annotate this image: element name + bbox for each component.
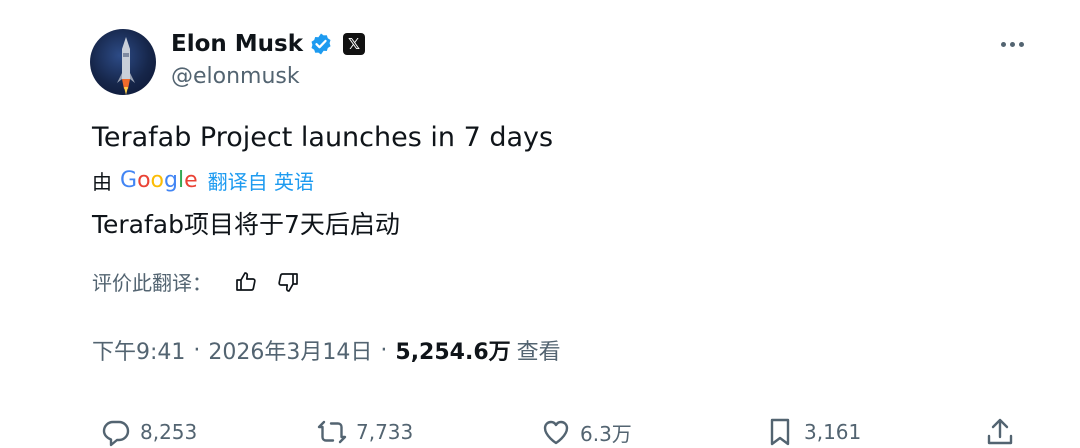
more-dot — [1009, 41, 1015, 47]
tweet-meta: 下午9:41 · 2026年3月14日 · 5,254.6万 查看 — [92, 334, 561, 366]
x-affiliation-badge-icon[interactable]: 𝕏 — [343, 33, 366, 55]
share-button[interactable] — [984, 416, 1016, 448]
more-dot — [1000, 41, 1006, 47]
tweet-time[interactable]: 下午9:41 — [92, 334, 185, 366]
rocket-icon — [117, 37, 135, 95]
view-count: 5,254.6万 — [395, 340, 511, 365]
thumbs-down-icon[interactable] — [274, 268, 302, 296]
tweet-date[interactable]: 2026年3月14日 — [208, 334, 372, 366]
bookmark-button[interactable]: 3,161 — [764, 416, 861, 448]
like-count: 6.3万 — [580, 421, 632, 446]
separator: · — [193, 337, 201, 363]
separator: · — [380, 337, 388, 363]
like-button[interactable]: 6.3万 — [540, 416, 632, 448]
retweet-count: 7,733 — [356, 420, 414, 444]
thumbs-up-icon[interactable] — [232, 268, 260, 296]
share-icon — [987, 418, 1013, 445]
retweet-button[interactable]: 7,733 — [316, 416, 413, 448]
views-label: 查看 — [516, 340, 561, 365]
bookmark-count: 3,161 — [804, 420, 862, 444]
translation-attribution: 由 Google 翻译自 英语 — [92, 166, 314, 195]
author-name[interactable]: Elon Musk — [171, 31, 303, 57]
translated-text: Terafab项目将于7天后启动 — [92, 210, 400, 239]
rate-translation-row: 评价此翻译： — [92, 267, 316, 296]
more-options-icon[interactable] — [998, 30, 1026, 58]
verified-badge-icon[interactable] — [309, 32, 333, 56]
translated-from-link[interactable]: 翻译自 英语 — [208, 166, 314, 195]
google-logo: Google — [120, 168, 198, 193]
heart-icon — [543, 420, 569, 445]
author-handle[interactable]: @elonmusk — [171, 64, 300, 89]
reply-icon — [102, 420, 130, 447]
bookmark-icon — [770, 418, 790, 446]
more-dot — [1018, 41, 1024, 47]
rate-translation-label: 评价此翻译： — [92, 271, 212, 295]
author-row: Elon Musk 𝕏 — [171, 31, 366, 57]
reply-button[interactable]: 8,253 — [100, 416, 197, 448]
tweet-text: Terafab Project launches in 7 days — [92, 122, 554, 153]
avatar[interactable] — [90, 29, 156, 95]
reply-count: 8,253 — [140, 420, 198, 444]
translated-by-label: 由 — [92, 170, 112, 194]
retweet-icon — [317, 420, 347, 444]
